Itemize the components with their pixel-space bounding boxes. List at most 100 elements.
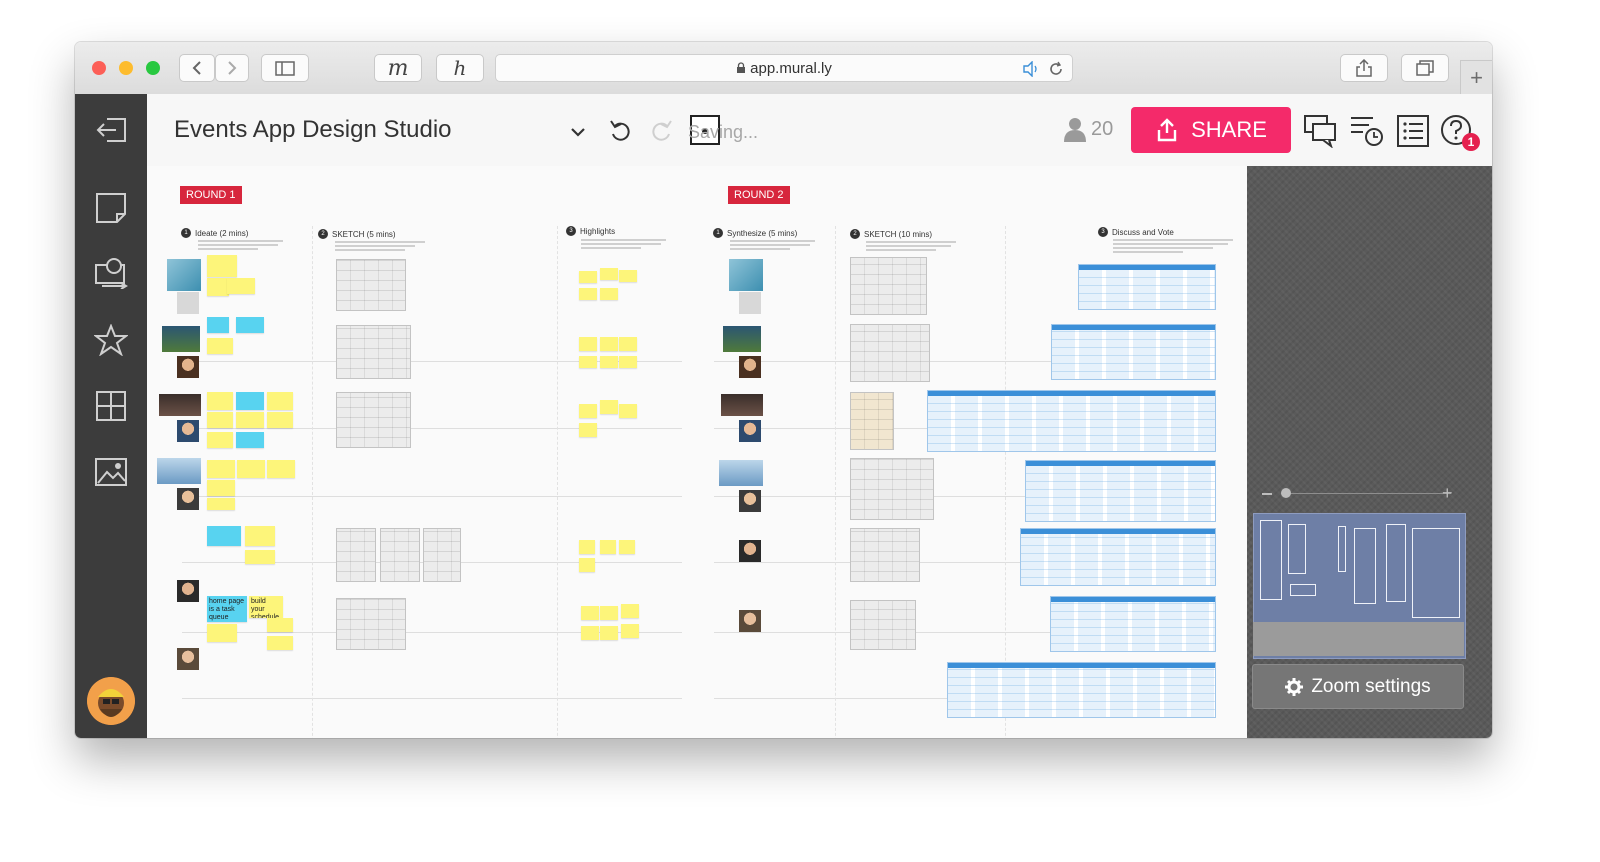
- participants-icon[interactable]: [1063, 116, 1087, 142]
- speaker-icon[interactable]: [1022, 61, 1042, 77]
- wireframe-screens[interactable]: [1025, 460, 1216, 522]
- sticky-note[interactable]: [267, 392, 293, 410]
- sticky-note[interactable]: [207, 412, 233, 428]
- minimize-window-button[interactable]: [119, 61, 133, 75]
- wireframe-screens[interactable]: [1078, 264, 1216, 310]
- zoom-slider-handle[interactable]: [1281, 488, 1291, 498]
- zoom-out-icon[interactable]: [1262, 493, 1272, 495]
- zoom-in-icon[interactable]: +: [1442, 484, 1453, 502]
- sticky-note[interactable]: [579, 337, 597, 351]
- sticky-note[interactable]: [579, 423, 597, 437]
- sticky-note[interactable]: [619, 540, 635, 554]
- sticky-note[interactable]: [207, 338, 233, 354]
- sticky-note[interactable]: [581, 626, 599, 640]
- sketch-photo[interactable]: [336, 325, 411, 379]
- layouts-tool[interactable]: [93, 388, 129, 424]
- sketch-photo[interactable]: [380, 528, 420, 582]
- sticky-note[interactable]: [207, 480, 235, 496]
- sidebar-toggle-button[interactable]: [261, 54, 309, 82]
- favorites-tool[interactable]: [93, 322, 129, 358]
- sticky-note[interactable]: [236, 412, 264, 428]
- sticky-note[interactable]: [207, 392, 233, 410]
- sticky-note[interactable]: [581, 606, 599, 620]
- sticky-note[interactable]: [245, 526, 275, 546]
- address-bar[interactable]: app.mural.ly: [495, 54, 1073, 82]
- redo-icon[interactable]: [647, 118, 673, 142]
- sticky-note[interactable]: [207, 278, 229, 296]
- sticky-note-tool[interactable]: [93, 190, 129, 226]
- chevron-down-icon[interactable]: [571, 127, 585, 137]
- sticky-note[interactable]: [207, 460, 235, 478]
- reload-icon[interactable]: [1048, 61, 1064, 77]
- extension-h-button[interactable]: h: [436, 54, 484, 82]
- share-button[interactable]: SHARE: [1131, 107, 1291, 153]
- outline-list-icon[interactable]: [1397, 115, 1429, 147]
- exit-board-button[interactable]: [93, 112, 129, 148]
- sticky-note[interactable]: [579, 404, 597, 418]
- zoom-settings-button[interactable]: Zoom settings: [1252, 664, 1464, 709]
- images-tool[interactable]: [93, 454, 129, 490]
- sketch-photo[interactable]: [850, 392, 894, 450]
- sticky-note[interactable]: [236, 392, 264, 410]
- sticky-note[interactable]: [579, 356, 597, 368]
- sticky-note[interactable]: [619, 337, 637, 351]
- sticky-note[interactable]: [207, 317, 229, 333]
- sticky-note[interactable]: [600, 288, 618, 300]
- browser-share-button[interactable]: [1340, 54, 1388, 82]
- comments-icon[interactable]: [1303, 114, 1339, 148]
- sticky-note[interactable]: [600, 626, 618, 640]
- sticky-note[interactable]: [619, 270, 637, 282]
- wireframe-screens[interactable]: [1020, 528, 1216, 586]
- wireframe-screens[interactable]: [947, 662, 1216, 718]
- new-tab-button[interactable]: +: [1460, 60, 1492, 94]
- sketch-photo[interactable]: [850, 458, 934, 520]
- sketch-photo[interactable]: [850, 528, 920, 582]
- sticky-note[interactable]: [579, 271, 597, 283]
- sticky-note[interactable]: [207, 526, 241, 546]
- forward-button[interactable]: [215, 54, 249, 82]
- sticky-note[interactable]: [267, 636, 293, 650]
- sticky-note[interactable]: [236, 317, 264, 333]
- sticky-note[interactable]: [579, 288, 597, 300]
- zoom-slider-track[interactable]: [1281, 493, 1451, 494]
- sketch-photo[interactable]: [336, 392, 411, 448]
- back-button[interactable]: [179, 54, 215, 82]
- sketch-photo[interactable]: [336, 528, 376, 582]
- frameworks-tool[interactable]: [93, 254, 129, 290]
- sticky-note[interactable]: build your schedule: [249, 596, 283, 618]
- activity-timer-icon[interactable]: [1349, 114, 1385, 148]
- sticky-note[interactable]: [621, 604, 639, 618]
- close-window-button[interactable]: [92, 61, 106, 75]
- sketch-photo[interactable]: [850, 257, 927, 315]
- sticky-note[interactable]: [600, 400, 618, 414]
- sticky-note[interactable]: [227, 278, 255, 294]
- sticky-note[interactable]: [207, 432, 233, 448]
- sketch-photo[interactable]: [850, 600, 916, 650]
- sketch-photo[interactable]: [850, 324, 930, 382]
- sticky-note[interactable]: [579, 558, 595, 572]
- sticky-note[interactable]: [600, 606, 618, 620]
- sticky-note[interactable]: [207, 498, 235, 510]
- tabs-overview-button[interactable]: [1401, 54, 1449, 82]
- sticky-note[interactable]: [621, 624, 639, 638]
- sticky-note[interactable]: [236, 432, 264, 448]
- mural-extension-button[interactable]: m: [374, 54, 422, 82]
- sticky-note[interactable]: [267, 618, 293, 632]
- wireframe-screens[interactable]: [927, 390, 1216, 452]
- zoom-window-button[interactable]: [146, 61, 160, 75]
- sticky-note[interactable]: [600, 540, 616, 554]
- sticky-note[interactable]: [619, 404, 637, 418]
- sketch-photo[interactable]: [423, 528, 461, 582]
- sticky-note[interactable]: [600, 268, 618, 280]
- help-button[interactable]: 1: [1440, 114, 1480, 151]
- sticky-note[interactable]: [579, 540, 595, 554]
- wireframe-screens[interactable]: [1051, 324, 1216, 380]
- sticky-note[interactable]: [207, 255, 237, 277]
- board-title[interactable]: Events App Design Studio: [174, 116, 452, 144]
- sketch-photo[interactable]: [336, 598, 406, 650]
- sketch-photo[interactable]: [336, 259, 406, 311]
- undo-icon[interactable]: [609, 118, 635, 142]
- sticky-note[interactable]: [207, 624, 237, 642]
- user-avatar[interactable]: [87, 677, 135, 725]
- sticky-note[interactable]: [267, 460, 295, 478]
